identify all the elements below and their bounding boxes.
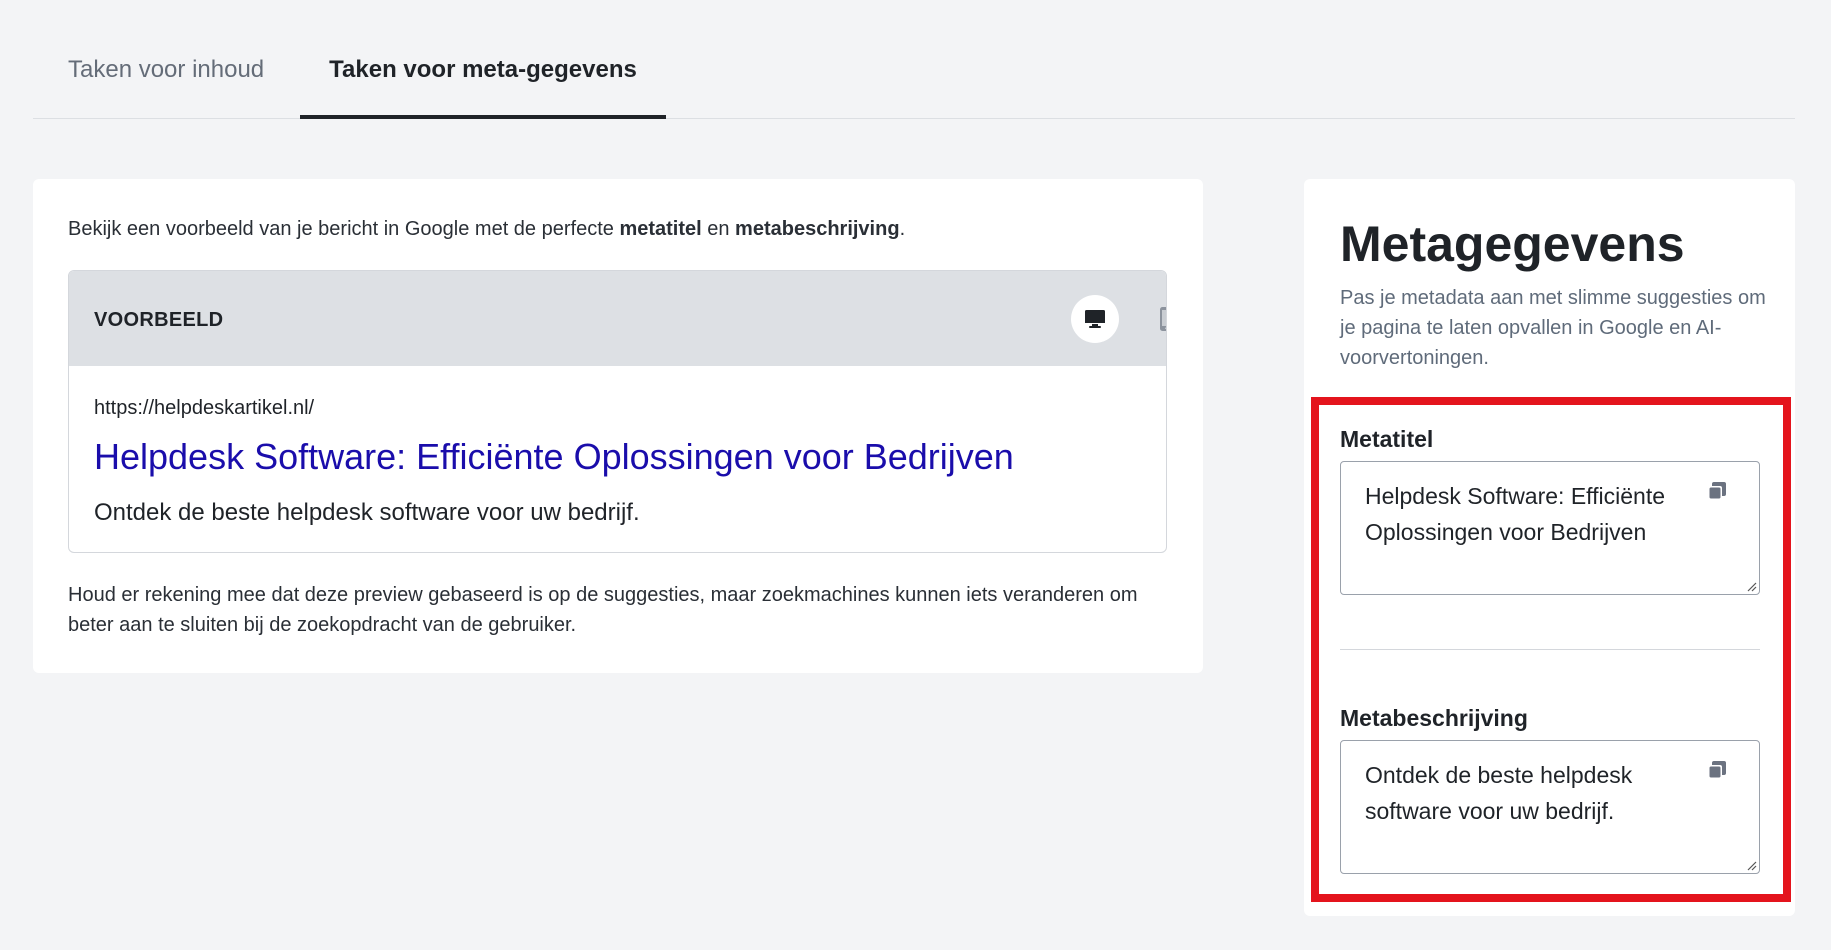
serp-title-link[interactable]: Helpdesk Software: Efficiënte Oplossinge… — [94, 436, 1014, 478]
mobile-icon — [1160, 307, 1166, 331]
meta-title-field: Helpdesk Software: Efficiënte Oplossinge… — [1340, 461, 1760, 595]
tab-bar: Taken voor inhoud Taken voor meta-gegeve… — [33, 0, 1795, 119]
serp-description: Ontdek de beste helpdesk software voor u… — [94, 499, 640, 526]
meta-heading: Metagegevens — [1340, 216, 1685, 272]
tab-content-tasks[interactable]: Taken voor inhoud — [68, 56, 264, 84]
resize-grip-icon[interactable] — [1745, 580, 1757, 592]
serp-preview: VOORBEELD https://helpdeskartikel.nl/ He… — [68, 270, 1167, 553]
meta-description-label: Metabeschrijving — [1340, 705, 1528, 731]
copy-icon — [1708, 761, 1726, 779]
copy-icon — [1708, 482, 1726, 500]
meta-description-field: Ontdek de beste helpdesk software voor u… — [1340, 740, 1760, 874]
desktop-icon — [1085, 310, 1105, 328]
mobile-view-button[interactable] — [1143, 295, 1166, 343]
desktop-view-button[interactable] — [1071, 295, 1119, 343]
preview-header: VOORBEELD — [69, 271, 1166, 366]
tab-meta-tasks[interactable]: Taken voor meta-gegevens — [300, 56, 666, 119]
meta-description-input[interactable]: Ontdek de beste helpdesk software voor u… — [1341, 741, 1759, 873]
preview-card: Bekijk een voorbeeld van je bericht in G… — [33, 179, 1203, 673]
serp-url: https://helpdeskartikel.nl/ — [94, 397, 315, 419]
preview-note: Houd er rekening mee dat deze preview ge… — [68, 584, 1138, 636]
copy-meta-title-button[interactable] — [1705, 480, 1729, 504]
meta-panel: Metagegevens Pas je metadata aan met sli… — [1304, 179, 1795, 916]
meta-title-label: Metatitel — [1340, 426, 1434, 452]
copy-meta-description-button[interactable] — [1705, 759, 1729, 783]
page: Taken voor inhoud Taken voor meta-gegeve… — [0, 0, 1831, 950]
preview-intro: Bekijk een voorbeeld van je bericht in G… — [68, 218, 906, 240]
preview-label: VOORBEELD — [94, 309, 224, 331]
resize-grip-icon[interactable] — [1745, 859, 1757, 871]
meta-title-input[interactable]: Helpdesk Software: Efficiënte Oplossinge… — [1341, 462, 1759, 594]
field-divider — [1340, 649, 1760, 650]
meta-subtitle: Pas je metadata aan met slimme suggestie… — [1340, 287, 1766, 369]
